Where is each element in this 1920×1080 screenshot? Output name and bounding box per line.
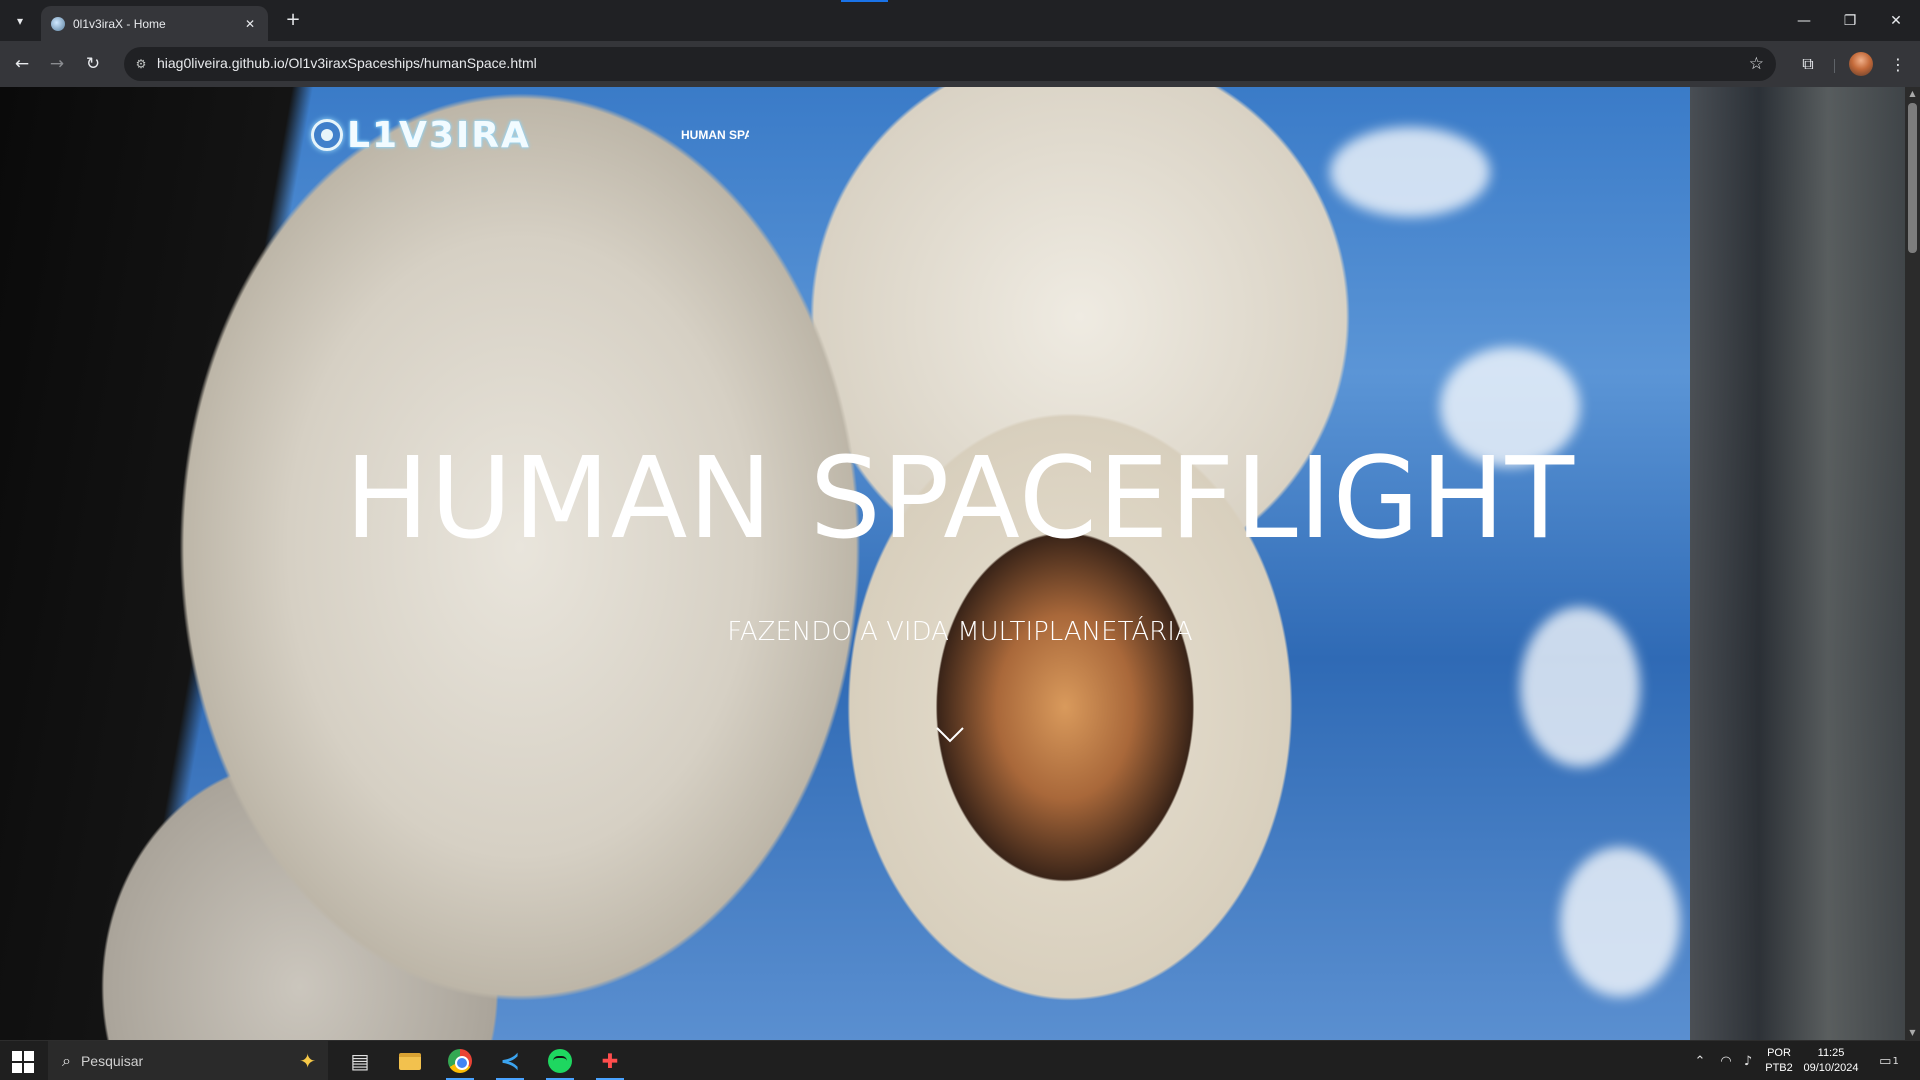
notification-count: 1 <box>1892 1055 1899 1067</box>
language-code: POR <box>1767 1047 1791 1059</box>
tab-list-button[interactable]: ▾ <box>8 9 32 33</box>
copilot-sparkle-icon[interactable]: ✦ <box>299 1049 316 1073</box>
reload-button[interactable]: ↻ <box>81 52 105 76</box>
search-placeholder: Pesquisar <box>80 1053 144 1069</box>
space-station-panel <box>1690 87 1920 1040</box>
start-windows-icon[interactable] <box>12 1051 34 1073</box>
tab-indicator <box>841 0 888 2</box>
new-tab-button[interactable]: + <box>282 9 304 31</box>
tab-close-icon[interactable]: ✕ <box>242 17 258 31</box>
file-explorer-icon[interactable] <box>386 1041 434 1080</box>
site-info-icon[interactable]: ⚙ <box>132 55 150 73</box>
browser-toolbar: ← → ↻ ⚙ hiag0liveira.github.io/Ol1v3irax… <box>0 41 1920 87</box>
vscode-icon[interactable]: ≺ <box>486 1041 534 1080</box>
hero-subtitle: FAZENDO A VIDA MULTIPLANETÁRIA <box>727 617 1193 647</box>
clock-date: 09/10/2024 <box>1803 1062 1859 1074</box>
menu-kebab-icon[interactable]: ⋮ <box>1886 52 1910 76</box>
scroll-up-arrow-icon[interactable]: ▲ <box>1908 89 1917 99</box>
cloud-decoration <box>1560 847 1680 997</box>
scroll-down-arrow-icon[interactable]: ▼ <box>1908 1028 1917 1038</box>
scrollbar-thumb[interactable] <box>1908 103 1917 253</box>
language-indicator[interactable]: POR PTB2 <box>1762 1046 1796 1076</box>
logo-text: L1V3IRA <box>347 114 531 156</box>
browser-tab-bar: ▾ 0l1v3iraX - Home ✕ + — ❐ ✕ <box>0 0 1920 41</box>
notification-icon[interactable]: ▭ 1 <box>1874 1041 1904 1080</box>
chrome-icon[interactable] <box>436 1041 484 1080</box>
profile-avatar[interactable] <box>1849 52 1873 76</box>
windows-taskbar: ⌕ Pesquisar ✦ ▤ ≺ ✚ ⌃ ◠ ♪ POR PTB2 11:25… <box>0 1040 1920 1080</box>
spotify-icon[interactable] <box>536 1041 584 1080</box>
volume-icon[interactable]: ♪ <box>1738 1041 1758 1080</box>
clock[interactable]: 11:25 09/10/2024 <box>1800 1046 1862 1076</box>
scroll-down-chevron-icon[interactable] <box>935 719 965 749</box>
clock-time: 11:25 <box>1817 1047 1845 1059</box>
hero-background: L1V3IRA HUMAN SPACEFLIGHT HUMAN SPACEFLI… <box>0 87 1920 1040</box>
logo-emblem-icon <box>311 119 343 151</box>
extensions-icon[interactable]: ⧉ <box>1796 52 1820 76</box>
forward-button[interactable]: → <box>45 52 69 76</box>
tray-expand-chevron-icon[interactable]: ⌃ <box>1690 1041 1710 1080</box>
close-window-button[interactable]: ✕ <box>1873 0 1919 41</box>
toolbar-divider <box>1834 59 1835 73</box>
hero-title: HUMAN SPACEFLIGHT <box>344 434 1576 564</box>
address-bar[interactable]: ⚙ hiag0liveira.github.io/Ol1v3iraxSpaces… <box>124 47 1776 81</box>
app-icon[interactable]: ✚ <box>586 1041 634 1080</box>
browser-tab-active[interactable]: 0l1v3iraX - Home ✕ <box>41 6 268 41</box>
back-button[interactable]: ← <box>10 52 34 76</box>
site-favicon-icon <box>51 16 65 31</box>
bookmark-star-icon[interactable]: ☆ <box>1749 54 1764 74</box>
nav-link-human-spaceflight[interactable]: HUMAN SPACEFLIGHT <box>681 128 749 142</box>
search-icon: ⌕ <box>62 1051 71 1070</box>
wifi-icon[interactable]: ◠ <box>1716 1041 1736 1080</box>
page-scrollbar[interactable]: ▲ ▼ <box>1905 87 1920 1040</box>
restore-button[interactable]: ❐ <box>1827 0 1873 41</box>
keyboard-layout: PTB2 <box>1765 1062 1793 1074</box>
site-logo[interactable]: L1V3IRA <box>311 114 531 156</box>
address-url[interactable]: hiag0liveira.github.io/Ol1v3iraxSpaceshi… <box>157 55 537 71</box>
tab-title: 0l1v3iraX - Home <box>73 16 166 31</box>
cloud-decoration <box>1330 127 1490 217</box>
task-view-icon[interactable]: ▤ <box>336 1041 384 1080</box>
taskbar-search[interactable]: ⌕ Pesquisar ✦ <box>48 1041 328 1080</box>
minimize-button[interactable]: — <box>1781 0 1827 41</box>
